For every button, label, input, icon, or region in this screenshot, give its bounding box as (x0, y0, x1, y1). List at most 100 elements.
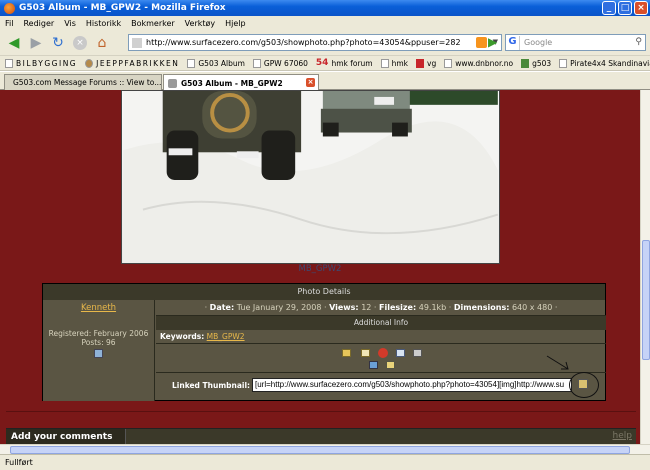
stop-button[interactable]: × (70, 33, 90, 53)
tab-forums[interactable]: G503.com Message Forums :: View to... (4, 74, 162, 90)
photo-caption: MB_GPW2 (298, 264, 342, 274)
linked-thumbnail-row: Linked Thumbnail: [url=http://www.surfac… (156, 355, 606, 401)
g503-icon (521, 58, 530, 68)
close-tab-icon[interactable]: × (306, 78, 315, 87)
linked-thumbnail-field[interactable]: [url=http://www.surfacezero.com/g503/sho… (252, 378, 572, 392)
go-button[interactable]: ▶ (488, 35, 502, 49)
go-arrow-icon: ▶ (488, 35, 498, 49)
back-button[interactable]: ◀ (4, 33, 24, 53)
dimensions-value: 640 x 480 (511, 303, 553, 312)
keywords-row: Keywords: MB_GPW2 (156, 330, 606, 344)
page-icon (187, 58, 196, 68)
url-text: http://www.surfacezero.com/g503/showphot… (146, 38, 461, 47)
divider (6, 411, 636, 412)
tab-album[interactable]: G503 Album - MB_GPW2 × (163, 74, 319, 91)
vertical-scrollbar[interactable] (640, 90, 650, 444)
54-icon: 54 (315, 58, 329, 68)
reload-button[interactable]: ↻ (48, 33, 68, 53)
reload-icon: ↻ (52, 34, 64, 51)
bookmark-item[interactable]: www.dnbnor.no (444, 58, 513, 68)
tab-bar: G503.com Message Forums :: View to... G5… (0, 72, 650, 91)
site-favicon-icon (132, 37, 142, 48)
bookmark-item[interactable]: G503 Album (187, 58, 245, 68)
back-arrow-icon: ◀ (8, 34, 20, 51)
views-value: 12 (361, 303, 372, 312)
page-icon (5, 58, 13, 68)
scrollbar-thumb[interactable] (642, 240, 650, 360)
menu-tools[interactable]: Verktøy (185, 19, 215, 28)
menu-file[interactable]: Fil (5, 19, 13, 28)
user-info: Kenneth Registered: February 2006 Posts:… (43, 300, 155, 401)
page-icon (559, 58, 568, 68)
bookmarks-toolbar: BILBYGGING JEEPPFABRIKKEN G503 Album GPW… (0, 56, 650, 71)
horizontal-scrollbar-thumb[interactable] (10, 446, 630, 454)
photo-details-panel: Photo Details Kenneth Registered: Februa… (42, 283, 606, 401)
jeep-icon (85, 58, 94, 68)
window-title: G503 Album - MB_GPW2 - Mozilla Firefox (19, 3, 226, 13)
date-value: Tue January 29, 2008 (236, 303, 322, 312)
favorite-icon[interactable] (361, 349, 370, 357)
vg-icon (416, 58, 425, 68)
album-photo[interactable] (121, 90, 500, 264)
bookmark-item[interactable]: BILBYGGING (5, 58, 77, 68)
bookmark-item[interactable]: hmk (380, 58, 408, 68)
home-icon: ⌂ (97, 34, 107, 51)
rss-feed-icon[interactable] (476, 37, 487, 48)
page-viewport: MB_GPW2 Photo Details Kenneth Registered… (0, 90, 640, 444)
home-button[interactable]: ⌂ (92, 33, 112, 53)
comments-bar: Add your comments help (6, 428, 636, 444)
copy-icon[interactable] (578, 379, 588, 389)
page-favicon-icon (168, 78, 177, 88)
bookmark-item[interactable]: Pirate4x4 Skandinavia (559, 58, 650, 68)
registered-text: Registered: February 2006 (48, 329, 149, 338)
ecard-icon[interactable] (369, 361, 378, 369)
status-text: Fullført (5, 458, 33, 467)
bookmark-item[interactable]: vg (416, 58, 436, 68)
horizontal-scrollbar[interactable] (0, 444, 650, 454)
maximize-button[interactable]: □ (618, 1, 632, 15)
window-controls: _ □ × (602, 1, 648, 15)
keywords-label: Keywords: (160, 332, 205, 341)
folder-icon[interactable] (342, 349, 351, 357)
menu-bookmarks[interactable]: Bokmerker (131, 19, 175, 28)
google-engine-icon[interactable]: G (506, 35, 520, 50)
print-icon[interactable] (413, 349, 422, 357)
title-bar: G503 Album - MB_GPW2 - Mozilla Firefox _… (0, 0, 650, 16)
navigation-toolbar: ◀ ▶ ↻ × ⌂ http://www.surfacezero.com/g50… (0, 30, 650, 56)
search-box[interactable]: G Google ⚲ (505, 34, 646, 51)
menu-help[interactable]: Hjelp (225, 19, 245, 28)
page-icon (380, 58, 389, 68)
report-icon[interactable] (378, 348, 388, 358)
gallery-icon[interactable] (94, 349, 103, 358)
username-link[interactable]: Kenneth (43, 303, 154, 313)
bookmark-item[interactable]: 54 hmk forum (316, 58, 373, 68)
help-link[interactable]: help (613, 431, 632, 441)
comments-title: Add your comments (6, 429, 126, 444)
menu-bar: Fil Rediger Vis Historikk Bokmerker Verk… (0, 16, 650, 30)
bookmark-item[interactable]: GPW 67060 (252, 58, 308, 68)
bookmark-item[interactable]: g503 (521, 58, 551, 68)
photo-info-row: · Date: Tue January 29, 2008 · Views: 12… (156, 300, 606, 316)
linked-thumbnail-label: Linked Thumbnail: (172, 381, 251, 390)
keyword-link[interactable]: MB_GPW2 (207, 332, 245, 341)
close-window-button[interactable]: × (634, 1, 648, 15)
forward-button[interactable]: ▶ (26, 33, 46, 53)
minimize-button[interactable]: _ (602, 1, 616, 15)
posts-text: Posts: 96 (81, 338, 116, 347)
snow-scene-image (123, 91, 499, 263)
arrow-annotation-icon (546, 355, 569, 370)
photo-actions (156, 344, 606, 372)
url-bar[interactable]: http://www.surfacezero.com/g503/showphot… (128, 34, 502, 51)
forward-arrow-icon: ▶ (30, 34, 42, 51)
bookmark-item[interactable]: JEEPPFABRIKKEN (85, 58, 179, 68)
menu-view[interactable]: Vis (64, 19, 76, 28)
stop-icon: × (73, 35, 87, 50)
page-icon (444, 58, 453, 68)
additional-info-header: Additional Info (156, 316, 606, 330)
menu-history[interactable]: Historikk (86, 19, 121, 28)
email-icon[interactable] (396, 349, 405, 357)
filesize-value: 49.1kb (418, 303, 447, 312)
menu-edit[interactable]: Rediger (23, 19, 54, 28)
notes-icon[interactable] (386, 361, 395, 369)
search-icon[interactable]: ⚲ (635, 37, 642, 47)
